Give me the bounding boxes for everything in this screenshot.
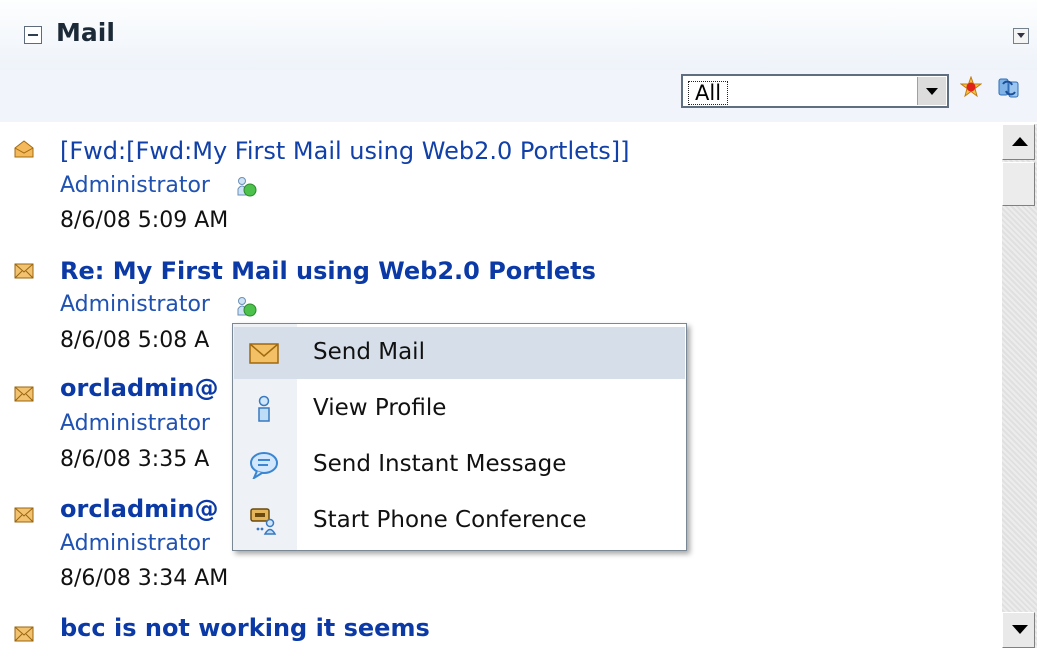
header-background — [0, 0, 1037, 70]
filter-select-value: All — [688, 81, 729, 105]
refresh-icon[interactable] — [997, 76, 1021, 100]
menu-item-label: Start Phone Conference — [313, 507, 587, 533]
mail-sender-link[interactable]: Administrator — [60, 173, 210, 198]
mail-date: 8/6/08 3:34 AM — [60, 566, 229, 591]
envelope-open-icon — [14, 140, 34, 158]
dropdown-arrow-icon[interactable] — [917, 77, 946, 105]
portlet-header: Mail — [0, 0, 1037, 71]
filter-select[interactable]: All — [681, 74, 949, 108]
mail-subject-link[interactable]: orcladmin@ — [60, 374, 218, 402]
envelope-icon — [249, 343, 279, 364]
mail-subject-link[interactable]: bcc is not working it seems — [60, 614, 430, 642]
menu-item-label: Send Instant Message — [313, 451, 567, 477]
portlet-title: Mail — [56, 18, 115, 47]
envelope-icon — [14, 386, 34, 402]
envelope-icon — [14, 263, 34, 279]
new-mail-icon[interactable] — [960, 76, 982, 98]
mail-subject-link[interactable]: [Fwd:[Fwd:My First Mail using Web2.0 Por… — [60, 137, 630, 165]
scroll-up-icon[interactable] — [1002, 124, 1035, 160]
mail-subject-link[interactable]: Re: My First Mail using Web2.0 Portlets — [60, 257, 596, 285]
portlet-menu-icon[interactable] — [1013, 28, 1029, 44]
menu-item-view-profile[interactable]: View Profile — [234, 383, 685, 435]
collapse-icon[interactable] — [24, 26, 42, 44]
mail-subject-link[interactable]: orcladmin@ — [60, 495, 218, 523]
menu-item-start-phone-conference[interactable]: Start Phone Conference — [234, 495, 685, 547]
mail-date: 8/6/08 5:09 AM — [60, 208, 229, 233]
mail-sender-link[interactable]: Administrator — [60, 292, 210, 317]
presence-icon[interactable] — [235, 175, 257, 197]
mail-date: 8/6/08 3:35 A — [60, 447, 210, 472]
person-icon — [258, 395, 270, 422]
mail-sender-link[interactable]: Administrator — [60, 411, 210, 436]
envelope-icon — [14, 626, 34, 642]
vertical-scrollbar[interactable] — [1002, 124, 1037, 648]
menu-item-label: View Profile — [313, 395, 447, 421]
phone-conference-icon — [250, 508, 277, 535]
envelope-icon — [14, 507, 34, 523]
mail-sender-link[interactable]: Administrator — [60, 531, 210, 556]
scroll-down-icon[interactable] — [1002, 612, 1035, 648]
chat-bubble-icon — [250, 452, 278, 479]
context-menu: Send Mail View Profile Send Instant Mess… — [232, 323, 687, 551]
scroll-thumb[interactable] — [1002, 162, 1035, 206]
menu-item-label: Send Mail — [313, 339, 425, 365]
menu-item-send-mail[interactable]: Send Mail — [234, 327, 685, 379]
menu-item-send-instant-message[interactable]: Send Instant Message — [234, 439, 685, 491]
mail-date: 8/6/08 5:08 A — [60, 328, 210, 353]
presence-icon[interactable] — [235, 295, 257, 317]
